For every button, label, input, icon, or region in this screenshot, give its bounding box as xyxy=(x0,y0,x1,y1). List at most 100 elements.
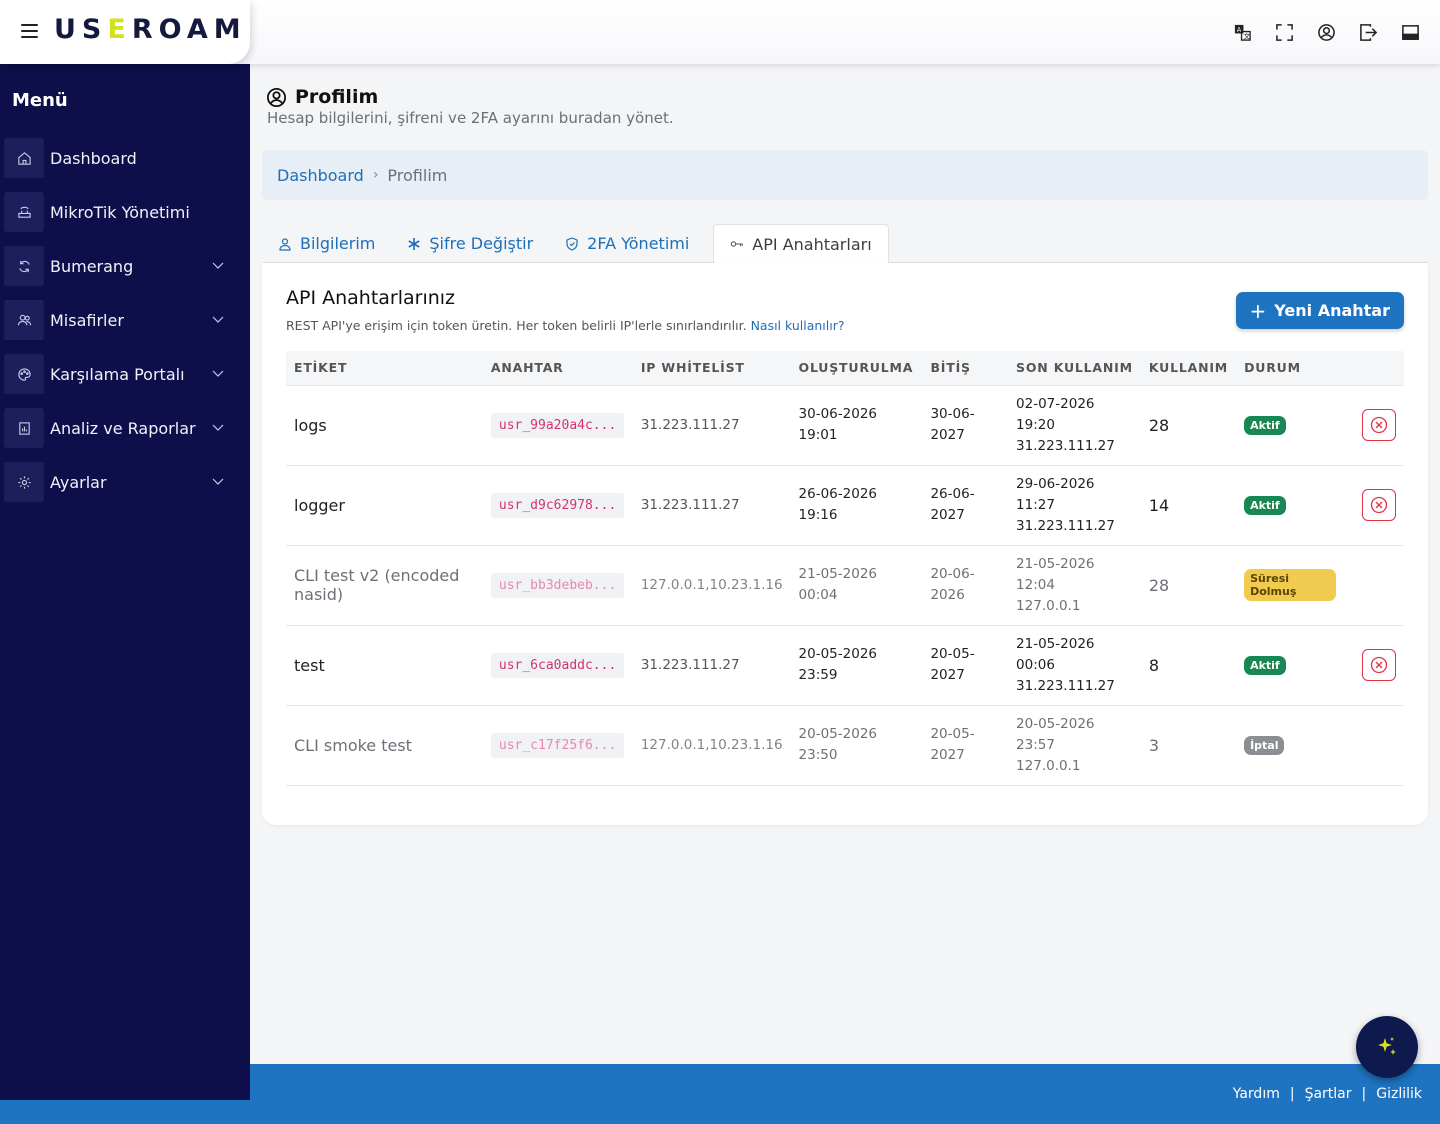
created-at: 21-05-2026 00:04 xyxy=(790,545,923,626)
sidebar-item-label: Bumerang xyxy=(50,256,134,276)
status-badge: Süresi Dolmuş xyxy=(1244,569,1337,601)
ip-whitelist: 31.223.111.27 xyxy=(632,465,791,546)
expires-at: 30-06- 2027 xyxy=(922,385,1009,466)
chevron-down-icon xyxy=(212,262,224,269)
last-used: 20-05-2026 23:57 127.0.0.1 xyxy=(1008,705,1141,786)
hamburger-menu-icon[interactable] xyxy=(21,24,38,38)
usage-count: 8 xyxy=(1140,625,1237,706)
col-header-status[interactable]: DURUM xyxy=(1236,351,1345,386)
breadcrumb-home-link[interactable]: Dashboard xyxy=(277,166,364,185)
sidebar-item-ayarlar[interactable]: Ayarlar xyxy=(4,462,244,502)
expires-at: 20-05- 2027 xyxy=(922,625,1009,706)
logo[interactable]: USEROAM xyxy=(54,14,247,45)
col-header-key[interactable]: ANAHTAR xyxy=(482,351,633,386)
sidebar-item-bumerang[interactable]: Bumerang xyxy=(4,246,244,286)
ai-assistant-button[interactable] xyxy=(1356,1016,1418,1078)
main-content: Profilim Hesap bilgilerini, şifreni ve 2… xyxy=(250,64,1440,1064)
col-header-label[interactable]: ETİKET xyxy=(286,351,483,386)
key-label: logs xyxy=(286,385,483,466)
sidebar-item-dashboard[interactable]: Dashboard xyxy=(4,138,244,178)
top-bar: USEROAM A文 xyxy=(0,0,1440,64)
page-title: Profilim xyxy=(266,86,378,108)
col-header-expiry[interactable]: BİTİŞ xyxy=(922,351,1009,386)
sidebar-item-misafirler[interactable]: Misafirler xyxy=(4,300,244,340)
page-subtitle: Hesap bilgilerini, şifreni ve 2FA ayarın… xyxy=(267,109,674,127)
key-token[interactable]: usr_99a20a4c... xyxy=(490,412,625,438)
footer-link-terms[interactable]: Şartlar xyxy=(1305,1086,1352,1102)
col-header-usage[interactable]: KULLANIM xyxy=(1140,351,1237,386)
svg-text:文: 文 xyxy=(1243,31,1250,40)
last-used: 21-05-2026 12:04 127.0.0.1 xyxy=(1008,545,1141,626)
users-icon xyxy=(4,300,44,340)
revoke-key-button[interactable] xyxy=(1362,649,1396,681)
key-label: CLI test v2 (encoded nasid) xyxy=(286,545,483,626)
ip-whitelist: 127.0.0.1,10.23.1.16 xyxy=(632,545,791,626)
new-key-button[interactable]: + Yeni Anahtar xyxy=(1235,292,1404,329)
key-label: logger xyxy=(286,465,483,546)
profile-tabs: Bilgilerim Şifre Değiştir 2FA Yönetimi A… xyxy=(262,224,1428,264)
shield-icon xyxy=(566,236,578,251)
usage-count: 28 xyxy=(1140,545,1237,626)
usage-count: 3 xyxy=(1140,705,1237,786)
breadcrumb-current: Profilim xyxy=(387,165,448,185)
api-keys-card: API Anahtarlarınız REST API'ye erişim iç… xyxy=(262,263,1428,825)
page-title-text: Profilim xyxy=(295,86,379,108)
card-description: REST API'ye erişim için token üretin. He… xyxy=(286,318,845,333)
sidebar-item-analiz[interactable]: Analiz ve Raporlar xyxy=(4,408,244,448)
key-token[interactable]: usr_bb3debeb... xyxy=(490,572,625,598)
chevron-down-icon xyxy=(212,478,224,485)
status-badge: Aktif xyxy=(1244,655,1286,675)
tab-bilgilerim[interactable]: Bilgilerim xyxy=(262,224,391,263)
last-used: 02-07-2026 19:20 31.223.111.27 xyxy=(1008,385,1141,466)
last-used: 21-05-2026 00:06 31.223.111.27 xyxy=(1008,625,1141,706)
expires-at: 26-06- 2027 xyxy=(922,465,1009,546)
status-badge: Aktif xyxy=(1244,495,1286,515)
breadcrumb: Dashboard › Profilim xyxy=(262,150,1428,200)
fullscreen-icon[interactable] xyxy=(1274,22,1294,42)
col-header-created[interactable]: OLUŞTURULMA xyxy=(790,351,923,386)
col-header-last-used[interactable]: SON KULLANIM xyxy=(1008,351,1141,386)
tab-2fa-yonetimi[interactable]: 2FA Yönetimi xyxy=(549,224,705,263)
table-row: CLI smoke test usr_c17f25f6... 127.0.0.1… xyxy=(286,705,1404,786)
key-token[interactable]: usr_c17f25f6... xyxy=(490,732,625,758)
chevron-right-icon: › xyxy=(372,167,379,183)
sidebar-item-label: Dashboard xyxy=(50,148,137,168)
user-circle-icon[interactable] xyxy=(1316,22,1336,42)
asterisk-icon xyxy=(408,237,420,250)
created-at: 26-06-2026 19:16 xyxy=(790,465,923,546)
footer-link-privacy[interactable]: Gizlilik xyxy=(1376,1086,1422,1102)
created-at: 30-06-2026 19:01 xyxy=(790,385,923,466)
layout-icon[interactable] xyxy=(1400,22,1420,42)
sidebar: Menü Dashboard MikroTik Yönetimi Bumeran… xyxy=(0,64,250,1100)
tab-api-anahtarlari[interactable]: API Anahtarları xyxy=(713,224,889,264)
plus-icon: + xyxy=(1249,298,1267,323)
col-header-ip-whitelist[interactable]: IP WHİTELİST xyxy=(632,351,791,386)
footer-link-help[interactable]: Yardım xyxy=(1233,1086,1280,1102)
x-circle-icon xyxy=(1370,416,1388,434)
ip-whitelist: 31.223.111.27 xyxy=(632,385,791,466)
key-token[interactable]: usr_d9c62978... xyxy=(490,492,625,518)
sidebar-item-label: Misafirler xyxy=(50,310,124,330)
tab-sifre-degistir[interactable]: Şifre Değiştir xyxy=(391,224,549,263)
help-link[interactable]: Nasıl kullanılır? xyxy=(751,318,845,333)
table-row: logs usr_99a20a4c... 31.223.111.27 30-06… xyxy=(286,385,1404,466)
logout-icon[interactable] xyxy=(1358,22,1378,42)
chevron-down-icon xyxy=(212,370,224,377)
sidebar-item-label: Analiz ve Raporlar xyxy=(50,418,196,438)
status-badge: İptal xyxy=(1244,735,1285,755)
chevron-down-icon xyxy=(212,316,224,323)
revoke-key-button[interactable] xyxy=(1362,489,1396,521)
sidebar-item-mikrotik[interactable]: MikroTik Yönetimi xyxy=(4,192,244,232)
ip-whitelist: 127.0.0.1,10.23.1.16 xyxy=(632,705,791,786)
key-label: test xyxy=(286,625,483,706)
expires-at: 20-05- 2027 xyxy=(922,705,1009,786)
sidebar-item-label: Karşılama Portalı xyxy=(50,364,185,384)
table-row: CLI test v2 (encoded nasid) usr_bb3debeb… xyxy=(286,545,1404,626)
translate-icon[interactable]: A文 xyxy=(1232,22,1252,42)
sidebar-item-karsilama-portali[interactable]: Karşılama Portalı xyxy=(4,354,244,394)
x-circle-icon xyxy=(1370,496,1388,514)
revoke-key-button[interactable] xyxy=(1362,409,1396,441)
last-used: 29-06-2026 11:27 31.223.111.27 xyxy=(1008,465,1141,546)
key-token[interactable]: usr_6ca0addc... xyxy=(490,652,625,678)
gear-icon xyxy=(4,462,44,502)
